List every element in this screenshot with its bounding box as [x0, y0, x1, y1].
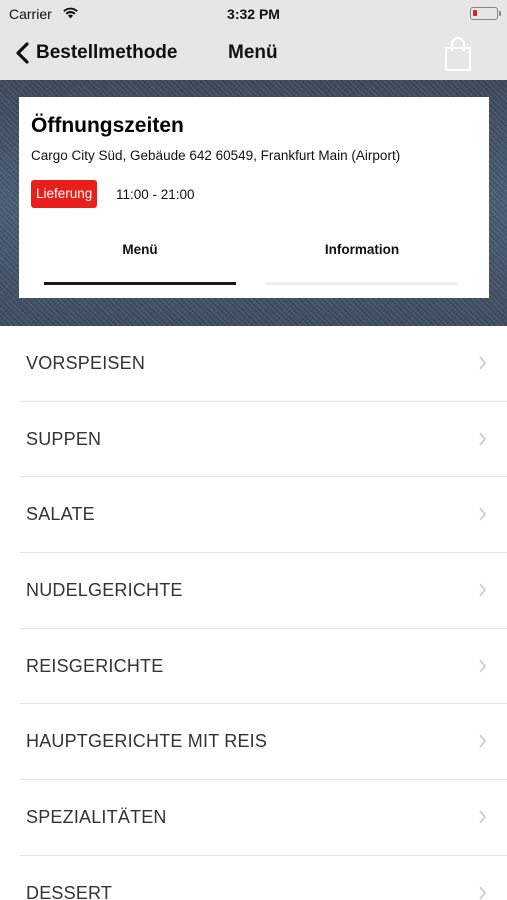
- chevron-left-icon: [16, 42, 29, 64]
- category-spezialitaeten[interactable]: SPEZIALITÄTEN: [20, 780, 507, 856]
- category-suppen[interactable]: SUPPEN: [20, 402, 507, 478]
- category-salate[interactable]: SALATE: [20, 477, 507, 554]
- tab-information[interactable]: Information: [266, 237, 458, 287]
- tab-information-label: Information: [324, 242, 400, 257]
- category-label: SUPPEN: [26, 428, 102, 449]
- category-label: SALATE: [26, 504, 95, 525]
- category-label: VORSPEISEN: [26, 353, 146, 373]
- opening-hours-title: Öffnungszeiten: [31, 114, 184, 137]
- page-title: Menü: [228, 42, 278, 63]
- battery-icon: [470, 7, 501, 20]
- chevron-right-icon: [479, 583, 487, 597]
- tab-information-underline: [266, 282, 458, 285]
- category-dessert[interactable]: DESSERT: [20, 856, 507, 900]
- category-label: REISGERICHTE: [26, 655, 164, 676]
- tab-menu-underline: [44, 282, 236, 285]
- chevron-right-icon: [479, 810, 487, 824]
- chevron-right-icon: [479, 734, 487, 748]
- tab-menu[interactable]: Menü: [44, 237, 236, 287]
- chevron-right-icon: [479, 507, 487, 521]
- chevron-right-icon: [479, 886, 487, 900]
- menu-category-list: VORSPEISEN SUPPEN SALATE NUDELGERICHTE R…: [0, 326, 507, 900]
- category-label: SPEZIALITÄTEN: [26, 807, 167, 828]
- delivery-badge: Lieferung: [31, 180, 98, 208]
- status-time: 3:32 PM: [227, 6, 280, 22]
- chevron-right-icon: [479, 432, 487, 446]
- back-button[interactable]: Bestellmethode: [12, 38, 177, 68]
- chevron-right-icon: [479, 356, 487, 370]
- category-label: NUDELGERICHTE: [26, 580, 183, 601]
- tab-menu-label: Menü: [122, 242, 158, 257]
- category-label: DESSERT: [26, 882, 113, 900]
- opening-hours: 11:00 - 21:00: [116, 187, 195, 202]
- category-reisgerichte[interactable]: REISGERICHTE: [20, 629, 507, 705]
- category-hauptgerichte-mit-reis[interactable]: HAUPTGERICHTE MIT REIS: [20, 704, 507, 781]
- chevron-right-icon: [479, 659, 487, 673]
- restaurant-info-card: Öffnungszeiten Cargo City Süd, Gebäude 6…: [19, 97, 489, 298]
- back-button-label: Bestellmethode: [36, 42, 178, 63]
- category-vorspeisen[interactable]: VORSPEISEN: [20, 326, 507, 402]
- restaurant-address: Cargo City Süd, Gebäude 642 60549, Frank…: [31, 148, 401, 163]
- navigation-bar: Bestellmethode Menü: [0, 28, 507, 80]
- category-label: HAUPTGERICHTE MIT REIS: [26, 731, 268, 752]
- cart-button[interactable]: [443, 36, 473, 72]
- category-nudelgerichte[interactable]: NUDELGERICHTE: [20, 553, 507, 629]
- shopping-bag-icon: [445, 37, 471, 71]
- status-bar: Carrier 3:32 PM: [0, 0, 507, 28]
